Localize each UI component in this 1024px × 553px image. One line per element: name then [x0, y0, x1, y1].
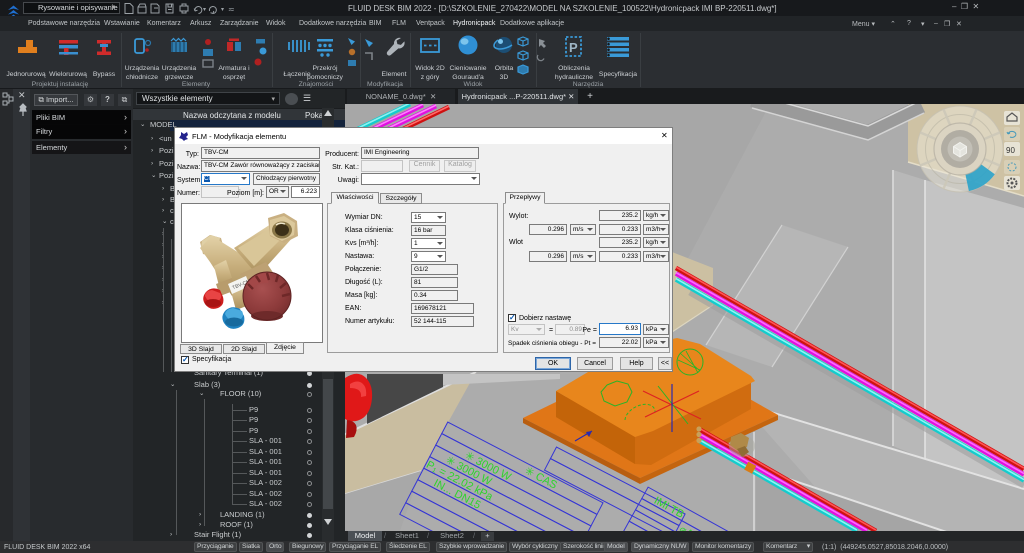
svg-text:90: 90 — [1006, 146, 1015, 155]
svg-text:P: P — [569, 40, 578, 55]
svg-text:≂: ≂ — [228, 5, 235, 14]
svg-text:▾: ▾ — [221, 7, 224, 13]
svg-text:▾: ▾ — [203, 7, 206, 13]
